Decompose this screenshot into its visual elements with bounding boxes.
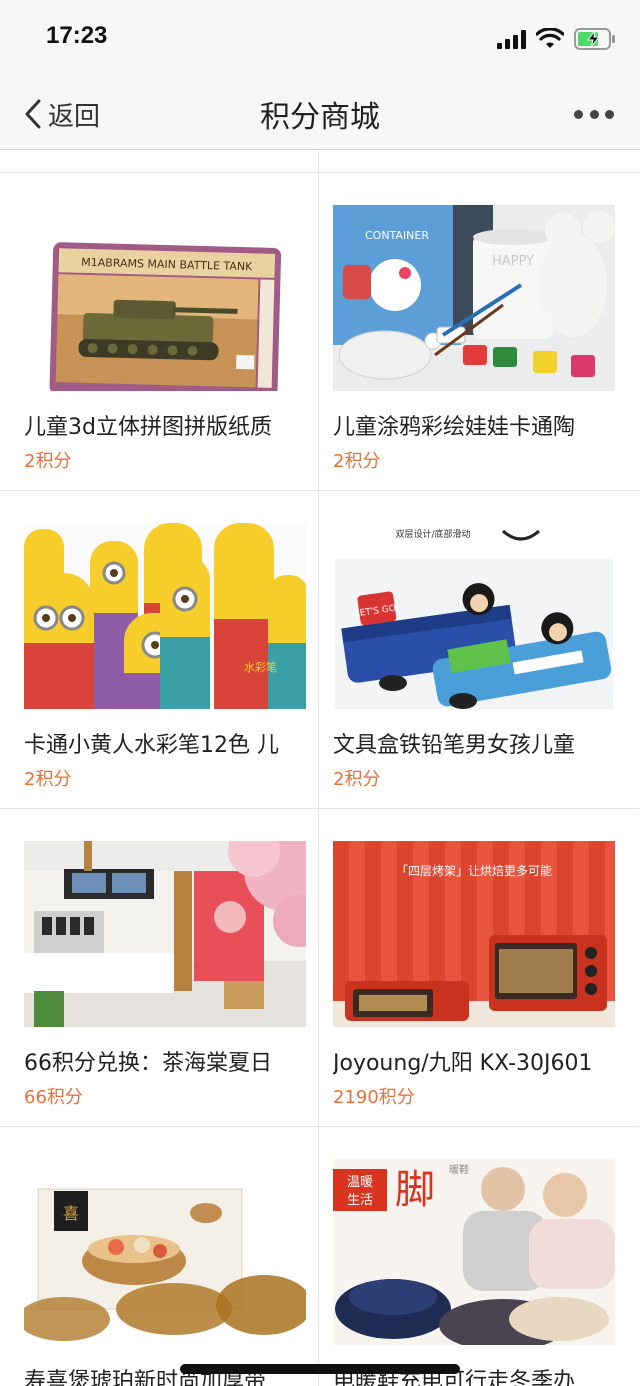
product-card[interactable]: 66积分兑换：茶海棠夏日 66积分: [0, 809, 319, 1127]
product-title: 文具盒铁铅笔男女孩儿童: [333, 733, 576, 758]
marker-label: 水彩笔: [244, 660, 277, 674]
wifi-icon: [536, 28, 564, 48]
product-points: 2积分: [333, 769, 381, 790]
slipper-big-char: 脚: [395, 1167, 435, 1213]
pot-label: 喜: [63, 1204, 79, 1223]
product-title: 66积分兑换：茶海棠夏日: [24, 1051, 272, 1076]
oven-caption: 「四层烤架」让烘焙更多可能: [396, 863, 552, 878]
product-points: 2积分: [24, 769, 72, 790]
product-image-ceramic-painting: CONTAINER HAPPY: [333, 205, 615, 391]
product-image-heated-slippers: 温暖 生活 脚 暖鞋: [333, 1159, 615, 1345]
product-points: 2积分: [24, 451, 72, 472]
slipper-small-text: 暖鞋: [449, 1163, 469, 1176]
page-title: 积分商城: [260, 100, 380, 135]
product-points: 66积分: [24, 1087, 83, 1108]
product-points: 2190积分: [333, 1087, 415, 1108]
product-card[interactable]: M1ABRAMS MAIN BATTLE TANK 儿童3d立体拼图拼版纸质 2…: [0, 173, 319, 491]
status-bar: 17:23: [0, 0, 640, 78]
mug-text: HAPPY: [492, 254, 534, 269]
product-title: Joyoung/九阳 KX-30J601: [333, 1051, 593, 1076]
navigation-bar: 返回 积分商城: [0, 78, 640, 150]
product-image-minion-markers: 水彩笔: [24, 523, 306, 709]
product-points: 2积分: [333, 451, 381, 472]
slipper-badge-bottom: 生活: [347, 1193, 373, 1208]
product-title: 儿童涂鸦彩绘娃娃卡通陶: [333, 415, 576, 440]
product-card[interactable]: CONTAINER HAPPY 儿童涂鸦彩绘娃娃卡通陶 2积分: [319, 173, 639, 491]
more-menu-button[interactable]: [574, 102, 614, 126]
product-image-tank-puzzle: M1ABRAMS MAIN BATTLE TANK: [24, 205, 306, 391]
slipper-badge-top: 温暖: [347, 1175, 373, 1190]
cellular-signal-icon: [497, 29, 526, 49]
more-dot-icon: [574, 109, 583, 119]
product-title: 儿童3d立体拼图拼版纸质: [24, 415, 272, 440]
status-icons: [497, 24, 616, 54]
product-image-tea-shop: [24, 841, 306, 1027]
status-time: 17:23: [46, 22, 108, 49]
pencil-case-caption: 双层设计/底部滑动: [395, 528, 470, 540]
battery-charging-icon: [574, 28, 615, 50]
product-card[interactable]: 「四层烤架」让烘焙更多可能 Joyoung/九阳 KX-30J601 2190积…: [319, 809, 639, 1127]
product-card[interactable]: 双层设计/底部滑动 LET'S GO! 文具盒铁铅笔男女孩儿童 2积分: [319, 491, 639, 809]
more-dot-icon: [605, 109, 614, 119]
more-dot-icon: [589, 109, 599, 119]
paint-box-text: CONTAINER: [365, 229, 429, 242]
home-indicator: [180, 1364, 460, 1374]
product-card[interactable]: 喜 寿喜煲琥珀新时尚加厚带: [0, 1127, 319, 1386]
product-image-amber-pot: 喜: [24, 1159, 306, 1345]
product-image-pencil-case: 双层设计/底部滑动 LET'S GO!: [333, 523, 615, 709]
product-title: 卡通小黄人水彩笔12色 儿: [24, 733, 279, 758]
product-image-oven: 「四层烤架」让烘焙更多可能: [333, 841, 615, 1027]
product-card[interactable]: 水彩笔 卡通小黄人水彩笔12色 儿 2积分: [0, 491, 319, 809]
grid-top-edge: [0, 151, 640, 173]
product-card[interactable]: 温暖 生活 脚 暖鞋 电暖鞋充电可行走冬季办: [319, 1127, 639, 1386]
